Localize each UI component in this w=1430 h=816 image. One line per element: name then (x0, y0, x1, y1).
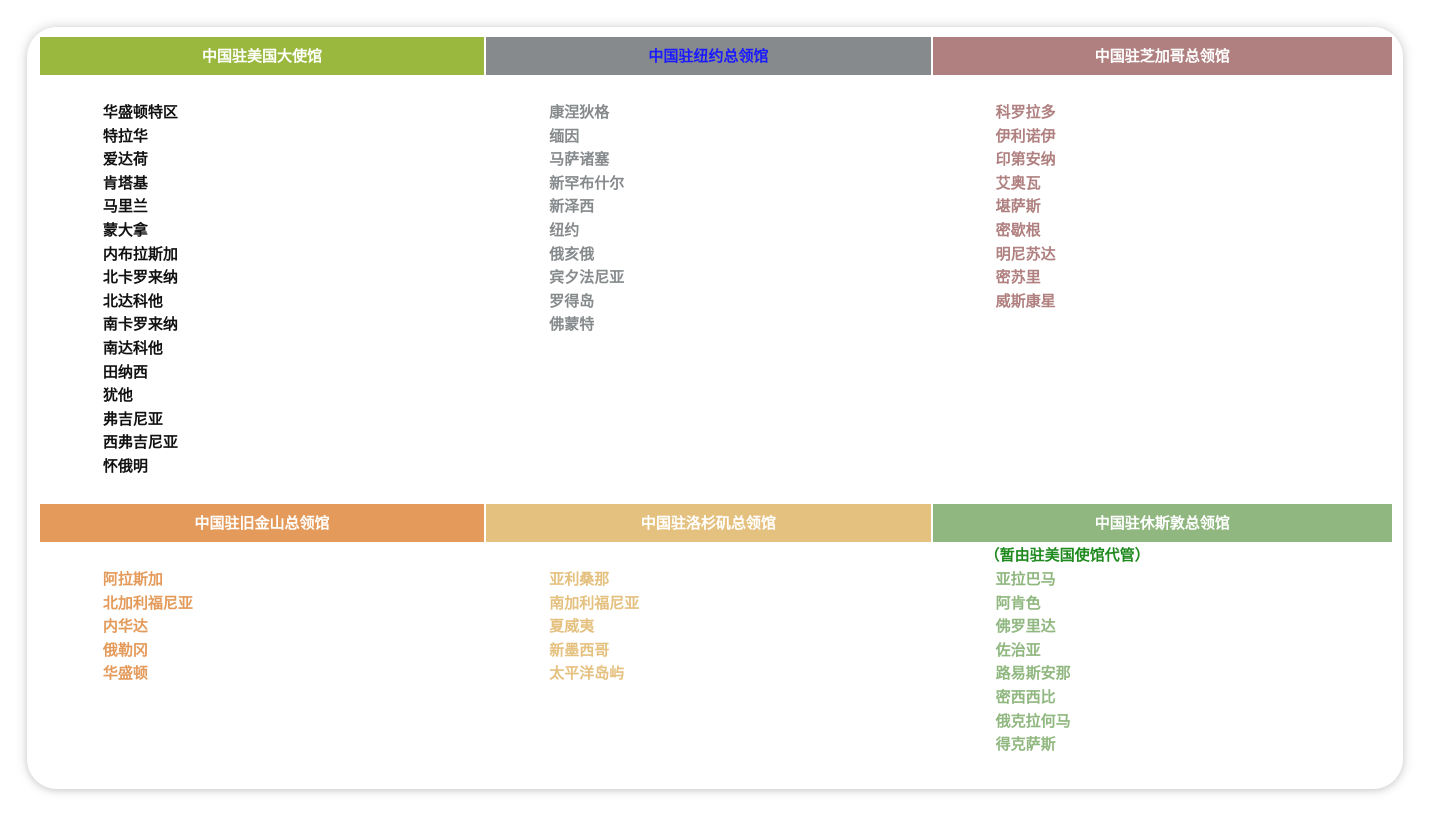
state-item: 内华达 (103, 617, 149, 636)
state-item: 太平洋岛屿 (549, 664, 625, 683)
state-item: 宾夕法尼亚 (549, 268, 625, 287)
state-item: 肯塔基 (103, 173, 149, 192)
state-item: 路易斯安那 (995, 664, 1071, 683)
state-item: 北加利福尼亚 (103, 593, 194, 612)
state-item: 印第安纳 (995, 150, 1056, 169)
state-item: 田纳西 (103, 362, 149, 381)
houston-note: （暂由驻美国使馆代管） (984, 546, 1150, 564)
row-bottom: 中国驻旧金山总领馆 阿拉斯加北加利福尼亚 内华达俄勒冈华盛顿 中国驻洛杉矶总领馆 … (40, 504, 1392, 753)
state-item: 怀俄明 (103, 456, 149, 475)
state-item: 佛罗里达 (995, 617, 1056, 636)
section-embassy-dc: 中国驻美国大使馆 华盛顿特区特拉华爱达荷肯塔基马里兰蒙大拿内布拉斯加北卡罗来纳北… (40, 37, 485, 475)
state-item: 缅因 (549, 126, 580, 145)
state-item: 北卡罗来纳 (103, 268, 179, 287)
state-item: 弗吉尼亚 (103, 409, 164, 428)
state-item: 南达科他 (103, 338, 164, 357)
state-list: 华盛顿特区特拉华爱达荷肯塔基马里兰蒙大拿内布拉斯加北卡罗来纳北达科他南卡罗来纳南… (103, 101, 178, 479)
state-item: 马里兰 (103, 197, 149, 216)
section-consulate-los-angeles: 中国驻洛杉矶总领馆 亚利桑那南加利福尼亚 夏威夷新墨西哥太平洋岛屿 (486, 504, 931, 682)
section-header: 中国驻芝加哥总领馆 (932, 37, 1392, 75)
state-item: 西弗吉尼亚 (103, 433, 179, 452)
state-item: 阿肯色 (995, 593, 1041, 612)
state-item: 内布拉斯加 (103, 244, 179, 263)
state-list: 科罗拉多伊利诺伊印第安纳艾奥瓦堪萨斯密歇根明尼苏达密苏里威斯康星 (996, 101, 1056, 313)
state-item: 爱达荷 (103, 150, 149, 169)
state-item: 新泽西 (549, 197, 595, 216)
state-list: 亚利桑那南加利福尼亚 夏威夷新墨西哥太平洋岛屿 (549, 568, 639, 686)
section-header: 中国驻休斯敦总领馆 (932, 504, 1392, 542)
state-item: 密苏里 (995, 268, 1041, 287)
state-item: 密歇根 (995, 220, 1041, 239)
state-item: 新罕布什尔 (549, 173, 625, 192)
state-item: 得克萨斯 (995, 735, 1056, 754)
state-item: 华盛顿 (103, 664, 149, 683)
state-item: 威斯康星 (995, 291, 1056, 310)
state-item: 犹他 (103, 386, 134, 405)
state-item: 佐治亚 (995, 640, 1041, 659)
state-item: 科罗拉多 (995, 103, 1056, 121)
state-item: 马萨诸塞 (549, 150, 610, 169)
state-item: 明尼苏达 (995, 244, 1056, 263)
state-item: 俄勒冈 (103, 640, 149, 659)
state-item: 阿拉斯加 (103, 570, 164, 588)
state-item: 纽约 (549, 220, 580, 239)
state-item: 伊利诺伊 (995, 126, 1056, 145)
state-item: 俄克拉何马 (995, 711, 1071, 730)
state-item: 俄亥俄 (549, 244, 595, 263)
state-item: 佛蒙特 (549, 315, 595, 334)
state-item: 蒙大拿 (103, 220, 149, 239)
section-header: 中国驻旧金山总领馆 (40, 504, 485, 542)
state-item: 南卡罗来纳 (103, 315, 179, 334)
section-consulate-san-francisco: 中国驻旧金山总领馆 阿拉斯加北加利福尼亚 内华达俄勒冈华盛顿 (40, 504, 485, 682)
section-header: 中国驻纽约总领馆 (486, 37, 931, 75)
section-consulate-houston: 中国驻休斯敦总领馆 （暂由驻美国使馆代管） 亚拉巴马阿肯色佛罗里达佐治亚路易斯安… (932, 504, 1392, 753)
section-header: 中国驻美国大使馆 (40, 37, 485, 75)
state-item: 夏威夷 (549, 617, 595, 636)
state-item: 亚利桑那 (549, 570, 610, 588)
state-item: 罗得岛 (549, 291, 595, 310)
state-item: 康涅狄格 (549, 103, 610, 121)
state-item: 密西西比 (995, 687, 1056, 706)
state-item: 特拉华 (103, 126, 149, 145)
state-list: 亚拉巴马阿肯色佛罗里达佐治亚路易斯安那密西西比俄克拉何马得克萨斯 (996, 568, 1071, 757)
state-list: 阿拉斯加北加利福尼亚 内华达俄勒冈华盛顿 (103, 568, 193, 686)
state-item: 亚拉巴马 (995, 570, 1056, 588)
section-header: 中国驻洛杉矶总领馆 (486, 504, 931, 542)
state-item: 华盛顿特区 (103, 103, 179, 121)
row-top: 中国驻美国大使馆 华盛顿特区特拉华爱达荷肯塔基马里兰蒙大拿内布拉斯加北卡罗来纳北… (40, 37, 1392, 475)
section-consulate-chicago: 中国驻芝加哥总领馆 科罗拉多伊利诺伊印第安纳艾奥瓦堪萨斯密歇根明尼苏达密苏里威斯… (932, 37, 1392, 310)
section-consulate-new-york: 中国驻纽约总领馆 康涅狄格缅因马萨诸塞新罕布什尔新泽西纽约俄亥俄宾夕法尼亚罗得岛… (486, 37, 931, 333)
consulate-jurisdiction-card: 中国驻美国大使馆 华盛顿特区特拉华爱达荷肯塔基马里兰蒙大拿内布拉斯加北卡罗来纳北… (27, 27, 1403, 789)
state-item: 北达科他 (103, 291, 164, 310)
state-list: 康涅狄格缅因马萨诸塞新罕布什尔新泽西纽约俄亥俄宾夕法尼亚罗得岛佛蒙特 (549, 101, 624, 337)
state-item: 艾奥瓦 (995, 173, 1041, 192)
state-item: 南加利福尼亚 (549, 593, 640, 612)
state-item: 新墨西哥 (549, 640, 610, 659)
state-item: 堪萨斯 (995, 197, 1041, 216)
